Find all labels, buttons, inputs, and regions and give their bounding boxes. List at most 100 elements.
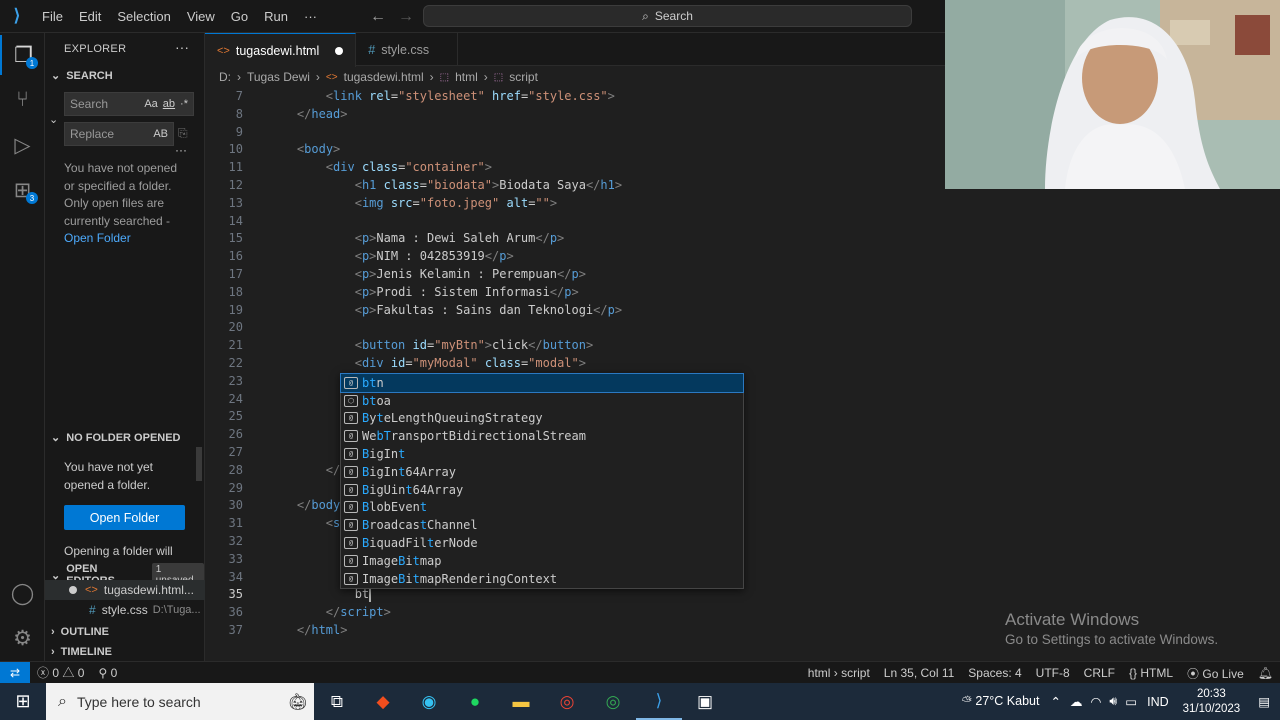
- suggestion-item[interactable]: @ BlobEvent: [341, 499, 743, 517]
- code-line[interactable]: <p>NIM : 042853919</p>: [268, 249, 514, 263]
- status-scope[interactable]: html › script: [801, 666, 877, 680]
- line-endings[interactable]: CRLF: [1077, 666, 1122, 680]
- code-line[interactable]: </body>: [268, 498, 348, 512]
- open-folder-button[interactable]: Open Folder: [64, 505, 185, 530]
- open-editor-item[interactable]: <> tugasdewi.html...: [45, 580, 205, 600]
- breadcrumb-item[interactable]: script: [509, 70, 538, 84]
- suggestion-item[interactable]: @ BigInt64Array: [341, 463, 743, 481]
- replace-input[interactable]: Replace AB: [64, 122, 174, 146]
- scrollbar-thumb[interactable]: [196, 447, 202, 481]
- open-folder-link[interactable]: Open Folder: [64, 230, 189, 248]
- windows-start-icon[interactable]: ⊞: [0, 683, 46, 720]
- tab-tugasdewi-html[interactable]: <> tugasdewi.html: [205, 33, 357, 67]
- chrome-icon[interactable]: ◎: [544, 683, 590, 720]
- code-line[interactable]: <p>Prodi : Sistem Informasi</p>: [268, 285, 579, 299]
- code-line[interactable]: <button id="myBtn">click</button>: [268, 338, 594, 352]
- suggestion-item[interactable]: @ ByteLengthQueuingStrategy: [341, 410, 743, 428]
- preserve-case-icon[interactable]: AB: [153, 128, 168, 140]
- encoding[interactable]: UTF-8: [1029, 666, 1077, 680]
- code-line[interactable]: <h1 class="biodata">Biodata Saya</h1>: [268, 178, 622, 192]
- code-line[interactable]: <link rel="stylesheet" href="style.css">: [268, 89, 615, 103]
- no-folder-section-header[interactable]: ⌄ NO FOLDER OPENED: [51, 431, 181, 445]
- clock[interactable]: 20:33 31/10/2023: [1175, 687, 1249, 717]
- explorer-icon[interactable]: ❐ 1: [0, 35, 45, 75]
- code-line[interactable]: <p>Fakultas : Sains dan Teknologi</p>: [268, 303, 622, 317]
- run-debug-icon[interactable]: ▷: [0, 125, 45, 165]
- suggestion-widget[interactable]: @ btn ⬡ btoa @ ByteLengthQueuingStrategy @ WebT…: [340, 373, 744, 589]
- breadcrumb-item[interactable]: tugasdewi.html: [344, 70, 424, 84]
- breadcrumb-item[interactable]: Tugas Dewi: [247, 70, 310, 84]
- code-line[interactable]: </script>: [268, 605, 391, 619]
- go-live-button[interactable]: ⦿ Go Live: [1180, 665, 1251, 682]
- back-arrow-icon[interactable]: ←: [370, 0, 386, 33]
- code-line[interactable]: bt: [268, 587, 372, 602]
- source-control-icon[interactable]: ⑂: [0, 80, 45, 120]
- language-mode[interactable]: {} HTML: [1122, 666, 1180, 680]
- open-editor-item[interactable]: # style.css D:\Tuga...: [45, 600, 205, 620]
- tab-style-css[interactable]: # style.css: [356, 33, 459, 66]
- indentation[interactable]: Spaces: 4: [961, 666, 1028, 680]
- command-center-search[interactable]: ⌕ Search: [423, 5, 912, 27]
- figma-icon[interactable]: ◆: [360, 683, 406, 720]
- code-line[interactable]: <p>Nama : Dewi Saleh Arum</p>: [268, 231, 565, 245]
- more-actions-icon[interactable]: ···: [175, 143, 187, 157]
- suggestion-item[interactable]: @ BroadcastChannel: [341, 516, 743, 534]
- menu-item[interactable]: Run: [256, 0, 296, 33]
- task-view-icon[interactable]: ⧉: [314, 683, 360, 720]
- suggestion-item[interactable]: @ WebTransportBidirectionalStream: [341, 427, 743, 445]
- regex-icon[interactable]: ·*: [180, 98, 188, 110]
- search-section-header[interactable]: ⌄ SEARCH: [51, 69, 113, 83]
- suggestion-item[interactable]: @ BigUint64Array: [341, 481, 743, 499]
- suggestion-item[interactable]: ⬡ btoa: [341, 392, 743, 410]
- remote-icon[interactable]: ⇄: [0, 661, 30, 684]
- code-line[interactable]: <body>: [268, 142, 340, 156]
- code-line[interactable]: </head>: [268, 107, 348, 121]
- menu-item[interactable]: File: [34, 0, 71, 33]
- cursor-position[interactable]: Ln 35, Col 11: [877, 666, 962, 680]
- chevron-up-icon[interactable]: ⌃: [1045, 694, 1065, 709]
- suggestion-item[interactable]: @ ImageBitmapRenderingContext: [341, 570, 743, 588]
- match-whole-word-icon[interactable]: ab: [163, 98, 175, 110]
- unsaved-dot-icon[interactable]: [335, 46, 344, 55]
- match-case-icon[interactable]: Aa: [144, 98, 157, 110]
- search-input[interactable]: Search Aa ab ·*: [64, 92, 194, 116]
- ports-indicator[interactable]: ⚲ 0: [91, 666, 124, 680]
- spotify-icon[interactable]: ●: [452, 683, 498, 720]
- menu-item[interactable]: Go: [223, 0, 256, 33]
- notification-center-icon[interactable]: ▤: [1248, 694, 1280, 709]
- menu-item[interactable]: Edit: [71, 0, 109, 33]
- code-line[interactable]: <p>Jenis Kelamin : Perempuan</p>: [268, 267, 586, 281]
- problems-indicator[interactable]: ⓧ 0 △ 0: [30, 664, 91, 681]
- suggestion-item[interactable]: @ ImageBitmap: [341, 552, 743, 570]
- breadcrumb-item[interactable]: D:: [219, 70, 231, 84]
- wifi-icon[interactable]: ◠: [1086, 694, 1105, 709]
- chrome-profile-icon[interactable]: ◎: [590, 683, 636, 720]
- input-language[interactable]: IND: [1141, 695, 1175, 709]
- volume-icon[interactable]: 🔊︎: [1105, 694, 1121, 709]
- taskbar-search-box[interactable]: ⌕ Type here to search 🎃︎: [46, 683, 314, 720]
- code-line[interactable]: <div id="myModal" class="modal">: [268, 356, 586, 370]
- suggestion-item[interactable]: @ btn: [340, 373, 744, 393]
- edge-icon[interactable]: ◉: [406, 683, 452, 720]
- forward-arrow-icon[interactable]: →: [398, 0, 414, 33]
- battery-icon[interactable]: ▭: [1121, 694, 1141, 709]
- account-icon[interactable]: ◯: [0, 573, 45, 613]
- suggestion-item[interactable]: @ BiquadFilterNode: [341, 534, 743, 552]
- outline-section-header[interactable]: › OUTLINE: [51, 626, 109, 638]
- replace-all-icon[interactable]: ⎘: [178, 126, 188, 141]
- menu-item[interactable]: Selection: [109, 0, 178, 33]
- file-explorer-icon[interactable]: ▬: [498, 683, 544, 720]
- suggestion-item[interactable]: @ BigInt: [341, 445, 743, 463]
- onedrive-icon[interactable]: ☁: [1066, 694, 1087, 709]
- chevron-down-icon[interactable]: ⌄: [49, 113, 58, 126]
- timeline-section-header[interactable]: › TIMELINE: [51, 646, 112, 658]
- more-actions-icon[interactable]: ···: [175, 39, 189, 55]
- code-line[interactable]: </html>: [268, 623, 348, 637]
- weather-widget[interactable]: ⛅︎ 27°C Kabut: [956, 694, 1046, 709]
- menu-item[interactable]: View: [179, 0, 223, 33]
- code-line[interactable]: <div class="container">: [268, 160, 492, 174]
- notifications-bell-icon[interactable]: 🔔︎: [1251, 666, 1280, 680]
- settings-gear-icon[interactable]: ⚙: [0, 618, 45, 658]
- extensions-icon[interactable]: ⊞ 3: [0, 170, 45, 210]
- code-line[interactable]: <img src="foto.jpeg" alt="">: [268, 196, 557, 210]
